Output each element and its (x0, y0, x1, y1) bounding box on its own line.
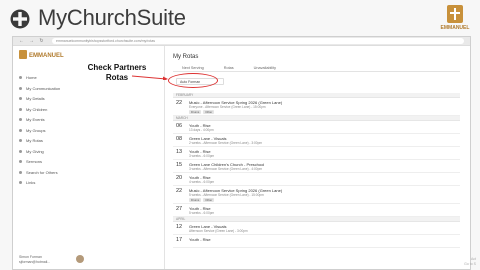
rota-day: 15 (176, 162, 183, 168)
rota-list: FEBRUARY 22 Music - Afternoon Service Spri… (173, 93, 460, 269)
rota-day: 22 (176, 100, 183, 106)
role-tag: Other (203, 198, 215, 202)
rota-tags: Drums Other (189, 110, 215, 114)
sidebar-item-label: Sermons (26, 159, 43, 164)
rota-row[interactable]: 08 Green Lane - Visuals 2 weeks - Afternoo… (173, 134, 460, 147)
sidebar-item-label: My Communication (26, 85, 61, 91)
annotation-arrow-icon (131, 75, 168, 80)
sidebar-item[interactable]: My Details (19, 96, 45, 101)
rota-subtitle: 5 weeks - 6:00pm (189, 211, 215, 215)
sidebar-item[interactable]: Search for Others (19, 170, 58, 175)
rota-subtitle: 13 days - 4:00pm (189, 128, 214, 132)
sidebar-item[interactable]: My Children (19, 107, 47, 112)
sidebar-item[interactable]: Sermons (19, 159, 42, 164)
sidebar-item[interactable]: Home (19, 75, 37, 80)
nav-icon (19, 97, 22, 100)
rota-tags: Drums Other (189, 198, 215, 202)
avatar[interactable] (76, 255, 84, 263)
sidebar-item[interactable]: My Rotas (19, 138, 43, 143)
nav-icon (19, 139, 22, 142)
sidebar-item-label: My Rotas (26, 138, 43, 143)
rota-day: 22 (176, 188, 183, 194)
nav-icon (19, 149, 22, 153)
tab-next-serving[interactable]: Next Serving (182, 64, 204, 71)
brand-title: MyChurchSuite (38, 5, 186, 30)
page-title: My Rotas (173, 54, 199, 60)
sidebar-logo[interactable]: EMMANUEL (19, 49, 67, 61)
sidebar-item-label: Home (26, 75, 37, 80)
rota-day: 17 (176, 237, 183, 243)
sidebar-item-label: My Children (26, 106, 48, 112)
sidebar-item-label: My Giving (26, 148, 44, 154)
sidebar-item-label: My Groups (26, 127, 46, 133)
sidebar-item[interactable]: My Events (19, 117, 45, 122)
emmanuel-logo: EMMANUEL (441, 5, 470, 31)
rota-row[interactable]: 13 Youth - Rise 3 weeks - 6:00pm (173, 147, 460, 160)
rota-subtitle: 3 weeks - Afternoon Service (Green Lane)… (189, 167, 262, 171)
browser-toolbar: ← → ↻ emmanuelcommunitybishopsstortford.… (13, 37, 470, 46)
sidebar-item-label: Links (26, 180, 36, 185)
tab-bar: Next Serving Rotas Unavailability (173, 64, 460, 72)
watermark: Act Go to S (464, 257, 476, 267)
rota-subtitle: 3 weeks - 6:00pm (189, 154, 215, 158)
rota-row[interactable]: 15 Green Lane Children's Church - Prescho… (173, 160, 460, 173)
tab-rotas[interactable]: Rotas (224, 64, 234, 71)
watermark-line-2: Go to S (464, 262, 476, 266)
sidebar-item[interactable]: Links (19, 180, 35, 185)
rota-subtitle: Everyone - Afternoon Service (Green Lane… (189, 105, 266, 109)
rota-row[interactable]: 20 Youth - Rise 4 weeks - 6:00pm (173, 173, 460, 186)
address-bar[interactable]: emmanuelcommunitybishopsstortford.church… (52, 38, 464, 44)
rota-subtitle: 5 weeks - Afternoon Service (Green Lane)… (189, 193, 264, 197)
rota-subtitle: 2 weeks - Afternoon Service (Green Lane)… (189, 141, 262, 145)
rota-row[interactable]: 12 Green Lane - Visuals Afternoon Service … (173, 222, 460, 235)
sidebar-item[interactable]: My Communication (19, 86, 60, 91)
rota-row[interactable]: 27 Youth - Rise 5 weeks - 6:00pm (173, 204, 460, 217)
role-tag: Drums (189, 198, 202, 202)
nav-icon (19, 118, 22, 121)
nav-icon (19, 160, 22, 163)
rota-row[interactable]: 22 Music - Afternoon Service Spring 2026 … (173, 186, 460, 204)
nav-icon (19, 107, 22, 111)
churchsuite-logo-icon (10, 9, 30, 29)
tab-unavailability[interactable]: Unavailability (254, 64, 276, 71)
nav-icon (19, 128, 22, 132)
rota-row[interactable]: 17 Youth - Rise (173, 235, 460, 248)
nav-icon (19, 181, 22, 184)
rota-title: Youth - Rise (189, 237, 211, 242)
rota-day: 12 (176, 224, 183, 230)
emmanuel-badge-text: EMMANUEL (441, 25, 470, 31)
user-email: sjforman@hotmail... (19, 260, 51, 264)
annotation-circle (168, 73, 218, 88)
rota-day: 20 (176, 175, 183, 181)
user-info[interactable]: Simon Forman sjforman@hotmail... (19, 255, 50, 265)
reload-icon[interactable]: ↻ (39, 38, 44, 44)
sidebar-item-label: Search for Others (26, 169, 58, 175)
sidebar-item-label: My Details (26, 96, 45, 101)
nav-icon (19, 170, 22, 174)
rota-subtitle: 4 weeks - 6:00pm (189, 180, 215, 184)
sidebar-item-label: My Events (26, 117, 45, 122)
forward-icon[interactable]: → (29, 38, 34, 44)
rota-day: 06 (176, 123, 183, 129)
rota-row[interactable]: 22 Music - Afternoon Service Spring 2026 … (173, 98, 460, 116)
rota-day: 13 (176, 149, 183, 155)
back-icon[interactable]: ← (19, 38, 24, 44)
banner: MyChurchSuite EMMANUEL (0, 0, 480, 36)
nav-icon (19, 86, 22, 90)
sidebar-item[interactable]: My Giving (19, 149, 44, 154)
rota-row[interactable]: 06 Youth - Rise 13 days - 4:00pm (173, 121, 460, 134)
role-tag: Drums (189, 110, 202, 114)
rota-day: 27 (176, 206, 183, 212)
rota-day: 08 (176, 136, 183, 142)
role-tag: Other (203, 110, 215, 114)
browser-window: ← → ↻ emmanuelcommunitybishopsstortford.… (12, 36, 471, 270)
rota-subtitle: Afternoon Service (Green Lane) - 3:00pm (189, 229, 248, 233)
sidebar-item[interactable]: My Groups (19, 128, 46, 133)
nav-icon (19, 76, 22, 79)
sidebar-logo-text: EMMANUEL (29, 53, 64, 59)
